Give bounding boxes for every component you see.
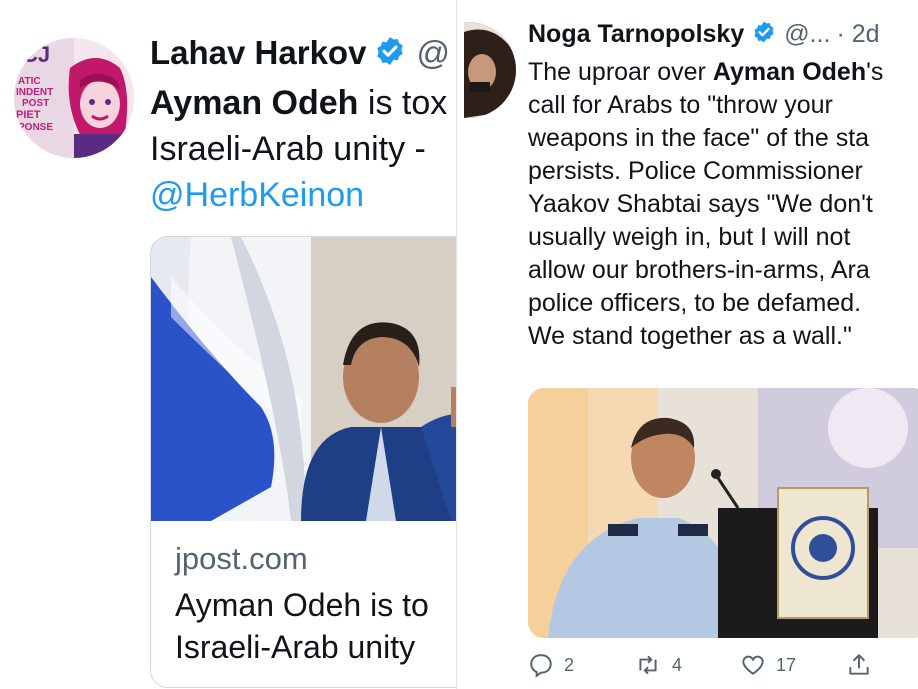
tweet-bold-text: Ayman Odeh [712, 58, 867, 86]
avatar[interactable] [464, 22, 516, 118]
author-name[interactable]: Noga Tarnopolsky [528, 20, 744, 49]
verified-badge-icon [374, 35, 406, 72]
like-count: 17 [776, 654, 797, 675]
card-title-line-1: Ayman Odeh is to [175, 587, 429, 623]
share-button[interactable] [846, 652, 882, 678]
avatar-text-6: PONSE [18, 122, 53, 133]
tweet-text-line-2: Israeli-Arab unity - [150, 130, 426, 168]
avatar-text-3: INDENT [16, 87, 53, 98]
tweet-actions: 2 4 17 [528, 652, 918, 682]
reply-button[interactable]: 2 [528, 652, 574, 678]
tweet-line: police officers, to be defamed. [528, 289, 862, 317]
left-tweet: CJ ATIC INDENT POST PIET PONSE Lahav Har… [0, 0, 456, 689]
tweet-text: 's [866, 58, 884, 86]
retweet-button[interactable]: 4 [634, 652, 682, 678]
tweet-text-line-1: Ayman Odeh is tox [150, 80, 447, 126]
tweet-line: usually weigh in, but I will not [528, 223, 851, 251]
reply-icon [530, 654, 552, 678]
like-button[interactable]: 17 [740, 652, 796, 678]
card-image [151, 237, 456, 521]
share-icon [849, 654, 869, 675]
heart-icon [742, 655, 764, 675]
avatar-image [464, 22, 516, 118]
card-title: Ayman Odeh is to Israeli-Arab unity [175, 584, 429, 668]
avatar-text-2: ATIC [18, 76, 41, 87]
verified-badge-icon [752, 20, 776, 49]
tweet-line: allow our brothers-in-arms, Ara [528, 256, 870, 284]
author-handle[interactable]: @ [416, 34, 450, 72]
tweet-timestamp[interactable]: · 2d [836, 20, 879, 49]
reply-count: 2 [564, 654, 575, 675]
card-title-line-2: Israeli-Arab unity [175, 629, 416, 665]
tweet-line: We stand together as a wall." [528, 322, 852, 350]
avatar-image: CJ ATIC INDENT POST PIET PONSE [14, 38, 134, 158]
mention-link[interactable]: @HerbKeinon [150, 172, 364, 218]
tweet-line: weapons in the face" of the sta [528, 124, 870, 152]
avatar-text-1: CJ [22, 42, 50, 67]
tweet-bold-text: Ayman Odeh [150, 84, 359, 122]
avatar[interactable]: CJ ATIC INDENT POST PIET PONSE [14, 38, 134, 158]
tweet-text: is tox [358, 84, 448, 122]
author-name[interactable]: Lahav Harkov [150, 34, 366, 72]
author-row: Lahav Harkov @ [150, 34, 450, 72]
tweet-text: The uproar over [528, 58, 713, 86]
right-tweet: Noga Tarnopolsky @... · 2d The uproar ov… [462, 0, 918, 689]
author-handle[interactable]: @... [784, 20, 830, 49]
retweet-count: 4 [672, 654, 683, 675]
author-row: Noga Tarnopolsky @... · 2d [528, 20, 880, 49]
tweet-line: Yaakov Shabtai says "We don't [528, 190, 873, 218]
tweet-body: The uproar over Ayman Odeh's call for Ar… [528, 56, 883, 353]
avatar-text-5: PIET [16, 109, 41, 121]
card-domain: jpost.com [175, 541, 308, 576]
retweet-icon [639, 655, 657, 675]
tweet-line: The uproar over Ayman Odeh's [528, 56, 883, 89]
tweet-line: persists. Police Commissioner [528, 157, 863, 185]
link-card[interactable]: jpost.com Ayman Odeh is to Israeli-Arab … [150, 236, 456, 688]
tweet-media-image[interactable] [528, 388, 918, 638]
avatar-text-4: POST [22, 98, 49, 109]
tweet-line: call for Arabs to "throw your [528, 91, 833, 119]
